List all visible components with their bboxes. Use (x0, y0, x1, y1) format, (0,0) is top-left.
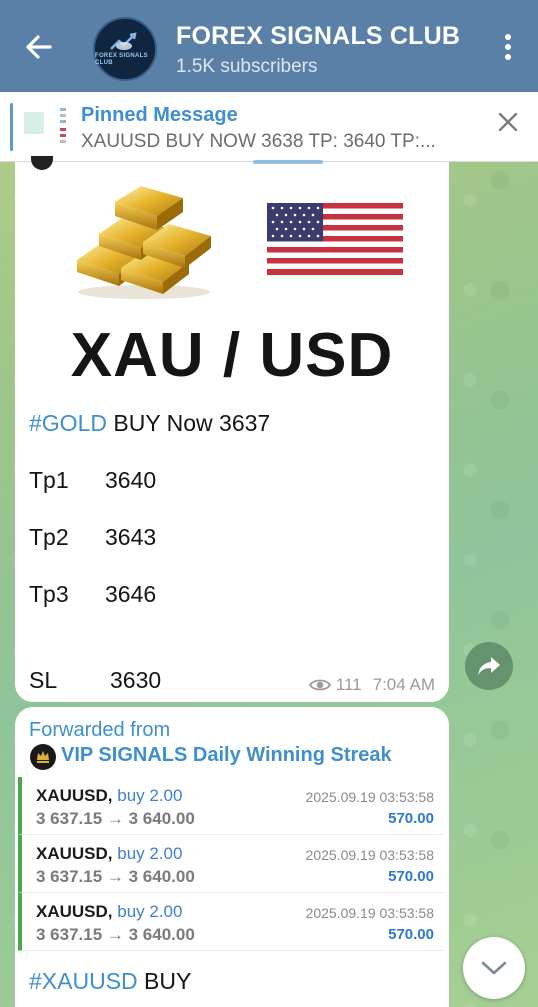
signal-body: BUY Now 3637 (106, 410, 271, 436)
us-flag-image (267, 203, 403, 275)
eye-icon (308, 679, 331, 691)
image-title: XAU / USD (70, 321, 394, 390)
trade-time: 2025.09.19 03:53:58 (305, 847, 434, 863)
trade-row: XAUUSD, buy 2.00 3 637.15 → 3 640.00 202… (18, 893, 444, 951)
gold-hashtag-link[interactable]: #GOLD (29, 410, 107, 436)
previous-text-peek (253, 160, 323, 164)
scroll-down-button[interactable] (463, 937, 525, 999)
forwarded-label: Forwarded from (29, 719, 171, 741)
previous-avatar-peek (31, 156, 53, 170)
trade-side: buy 2.00 (117, 844, 183, 863)
tp-label: Tp2 (29, 524, 69, 550)
channel-avatar[interactable]: FOREX SIGNALS CLUB (93, 17, 157, 81)
trade-symbol: XAUUSD, (36, 844, 113, 863)
tp3-row: Tp3 3646 (29, 581, 156, 608)
xauusd-hashtag-link[interactable]: #XAUUSD (29, 968, 138, 994)
trade-row: XAUUSD, buy 2.00 3 637.15 → 3 640.00 202… (18, 835, 444, 893)
bull-logo-icon (110, 32, 137, 50)
chevron-down-icon (481, 961, 507, 975)
chat-header: FOREX SIGNALS CLUB FOREX SIGNALS CLUB 1.… (0, 0, 538, 92)
pinned-message-bar[interactable]: Pinned Message XAUUSD BUY NOW 3638 TP: 3… (0, 92, 538, 162)
tp-value: 3646 (105, 581, 157, 607)
pinned-title: Pinned Message (81, 104, 238, 126)
sl-value: 3630 (110, 667, 162, 693)
avatar-logo-text: FOREX SIGNALS CLUB (95, 53, 148, 66)
tp2-row: Tp2 3643 (29, 524, 156, 551)
signal-text: #GOLD BUY Now 3637 (29, 410, 270, 437)
forwarded-message[interactable]: Forwarded from VIP SIGNALS Daily Winning… (15, 707, 449, 1007)
message-time: 7:04 AM (372, 675, 435, 694)
more-menu-button[interactable] (504, 34, 512, 62)
trade-prices: 3 637.15 → 3 640.00 (36, 925, 195, 944)
tp-value: 3643 (105, 524, 157, 550)
signal-message[interactable]: XAU / USD #GOLD BUY Now 3637 Tp1 3640 Tp2… (15, 156, 449, 702)
share-button[interactable] (465, 642, 513, 690)
tp-value: 3640 (105, 467, 157, 493)
trade-profit: 570.00 (388, 926, 434, 943)
channel-title[interactable]: FOREX SIGNALS CLUB (176, 22, 460, 51)
trade-prices: 3 637.15 → 3 640.00 (36, 809, 195, 828)
back-button[interactable] (22, 30, 56, 64)
message2-text: #XAUUSD BUY (29, 968, 191, 995)
share-arrow-icon (478, 657, 500, 675)
message-meta: 111 7:04 AM (308, 675, 435, 695)
trade-profit: 570.00 (388, 810, 434, 827)
tp-label: Tp1 (29, 467, 69, 493)
pinned-indicator (10, 103, 13, 151)
trade-symbol: XAUUSD, (36, 786, 113, 805)
source-avatar[interactable] (30, 744, 56, 770)
trade-time: 2025.09.19 03:53:58 (305, 905, 434, 921)
crown-icon (37, 751, 49, 763)
tp-label: Tp3 (29, 581, 69, 607)
subscriber-count: 1.5K subscribers (176, 56, 318, 77)
trade-symbol: XAUUSD, (36, 902, 113, 921)
tp1-row: Tp1 3640 (29, 467, 156, 494)
trade-history-list: XAUUSD, buy 2.00 3 637.15 → 3 640.00 202… (18, 777, 444, 951)
pinned-preview-text: XAUUSD BUY NOW 3638 TP: 3640 TP:... (81, 131, 436, 152)
trade-prices: 3 637.15 → 3 640.00 (36, 867, 195, 886)
more-vertical-icon (505, 34, 511, 40)
trade-side: buy 2.00 (117, 902, 183, 921)
trade-row: XAUUSD, buy 2.00 3 637.15 → 3 640.00 202… (18, 777, 444, 835)
view-count: 111 (335, 675, 362, 694)
trade-profit: 570.00 (388, 868, 434, 885)
close-icon[interactable] (496, 110, 520, 134)
message2-body: BUY (137, 968, 192, 994)
sl-label: SL (29, 667, 58, 693)
arrow-left-icon (26, 35, 52, 59)
sl-row: SL 3630 (29, 667, 161, 694)
trade-time: 2025.09.19 03:53:58 (305, 789, 434, 805)
trade-side: buy 2.00 (117, 786, 183, 805)
pinned-thumbnail (24, 108, 66, 143)
forward-source-link[interactable]: VIP SIGNALS Daily Winning Streak (61, 744, 392, 767)
gold-bars-image (77, 186, 211, 299)
